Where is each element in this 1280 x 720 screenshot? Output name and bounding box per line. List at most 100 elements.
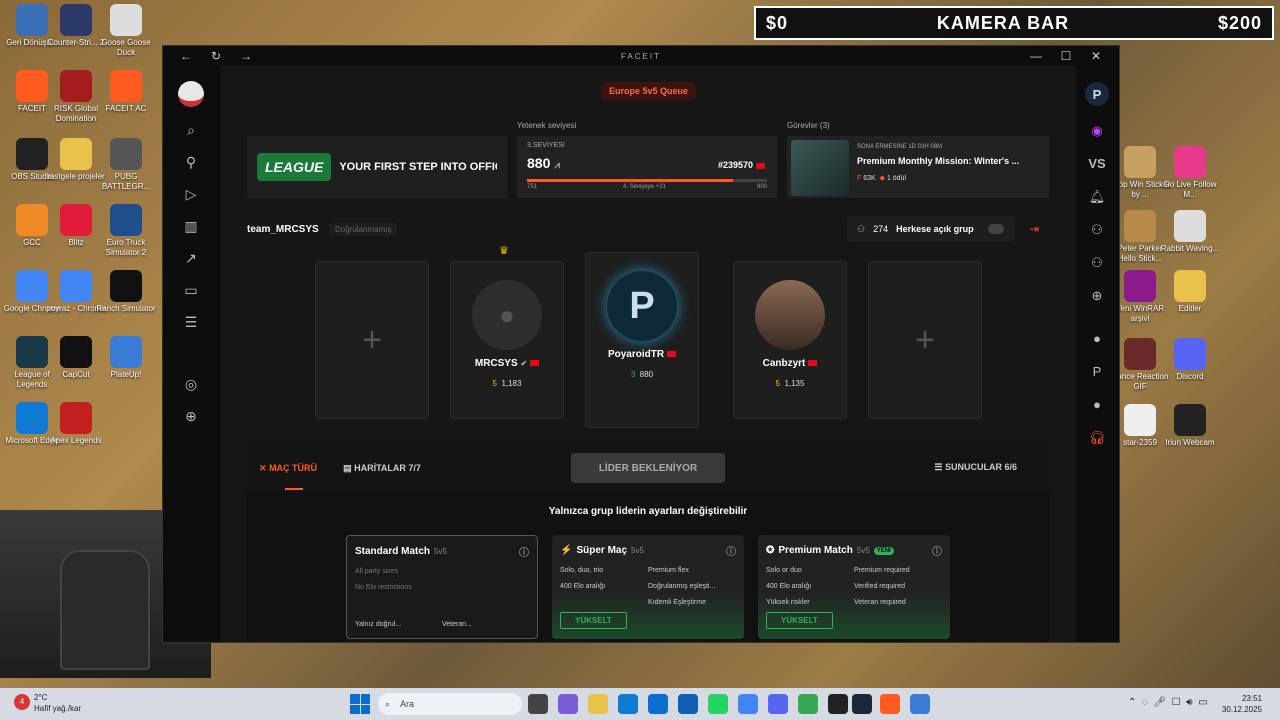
desktop-shortcut[interactable]: Iriun Webcam — [1158, 404, 1222, 448]
standard-match-card[interactable]: Standard Match 5v5 ⓘ All party sizes No El… — [346, 535, 538, 639]
level-badge-icon: 3 — [630, 370, 636, 379]
taskbar-clock[interactable]: 23:51 30.12.2025 — [1222, 693, 1262, 715]
app-taskbar-icon[interactable] — [910, 694, 930, 714]
chrome-icon[interactable] — [738, 694, 758, 714]
premium-match-card[interactable]: ✪ Premium Match 5v5 YENİ ⓘ Solo or duo Premiu… — [758, 535, 950, 639]
tab-maps[interactable]: ▤ HARİTALAR 7/7 — [343, 463, 421, 474]
app-icon — [1124, 404, 1156, 436]
desktop-shortcut[interactable]: Apex Legends — [44, 402, 108, 446]
desktop-shortcut-label: Discord — [1176, 372, 1204, 381]
desktop-shortcut-label: Go Live Follow M... — [1163, 180, 1217, 199]
info-icon[interactable]: ⓘ — [932, 543, 942, 558]
system-tray[interactable]: ⌃ ◌ 🎤︎ ☐ 🔊︎ ▭ — [1128, 697, 1208, 708]
headset-icon[interactable]: 🎧︎ — [1082, 421, 1112, 454]
minimize-button[interactable]: — — [1021, 49, 1051, 63]
search-icon[interactable]: ⌕ — [176, 114, 206, 146]
store-icon[interactable] — [648, 694, 668, 714]
p-logo-icon[interactable]: P — [1082, 74, 1112, 114]
back-button[interactable]: ← — [171, 49, 201, 63]
anti-cheat-icon[interactable]: ◎ — [176, 368, 206, 400]
profile-avatar[interactable] — [176, 74, 206, 114]
copilot-icon[interactable] — [558, 694, 578, 714]
outlook-icon[interactable] — [678, 694, 698, 714]
leader-crown-icon: ♛ — [499, 245, 509, 257]
queue-pill[interactable]: Europe 5v5 Queue — [601, 82, 697, 100]
privacy-toggle[interactable] — [987, 224, 1004, 234]
stats-icon[interactable]: ↗ — [176, 242, 206, 274]
waiting-leader-button[interactable]: LİDER BEKLENİYOR — [571, 453, 725, 483]
taskbar-search[interactable]: ⌕ Ara — [378, 693, 522, 715]
desktop-shortcut[interactable]: Rabbit Waving... — [1158, 210, 1222, 254]
discord-icon[interactable] — [768, 694, 788, 714]
desktop-shortcut[interactable]: FACEIT AC — [94, 70, 158, 114]
list-icon[interactable]: ☰ — [176, 306, 206, 338]
close-button[interactable]: ✕ — [1081, 49, 1111, 63]
desktop-shortcut-label: FACEIT AC — [105, 104, 147, 113]
friends-icon[interactable]: ⚇ — [1082, 213, 1112, 246]
club-icon[interactable]: ◉ — [1082, 114, 1112, 147]
reload-button[interactable]: ↻ — [201, 49, 231, 63]
match-card-title: Standard Match — [355, 546, 431, 557]
task-view-icon[interactable] — [528, 694, 548, 714]
obs-icon[interactable] — [828, 694, 848, 714]
tab-servers[interactable]: ☰ SUNUCULAR 6/6 — [934, 462, 1017, 473]
servers-icon: ☰ — [934, 462, 943, 472]
versus-icon[interactable]: VS — [1082, 147, 1112, 180]
weather-badge[interactable]: 4 — [14, 694, 30, 710]
desktop-shortcut[interactable]: Go Live Follow M... — [1158, 146, 1222, 200]
find-players-icon[interactable]: ⚲ — [176, 146, 206, 178]
file-explorer-icon[interactable] — [588, 694, 608, 714]
player-name-text: Canbzyrt — [762, 358, 806, 369]
weather-widget[interactable]: 2°C Hafif yağ./kar — [34, 692, 81, 714]
start-button[interactable] — [350, 694, 370, 714]
chrome-profile-icon[interactable] — [798, 694, 818, 714]
player-slot-3[interactable]: Canbzyrt 5 1,135 — [733, 261, 847, 419]
desktop-shortcut[interactable]: PUBG BATTLEGR... — [94, 138, 158, 192]
maximize-button[interactable]: ☐ — [1051, 49, 1081, 63]
info-icon[interactable]: ⓘ — [519, 544, 529, 559]
empty-slot[interactable]: + — [868, 261, 982, 419]
party-icon[interactable]: ⚇ — [1082, 246, 1112, 279]
mission-card[interactable]: SONA ERMESİNE 1D 03H 08M Premium Monthly… — [787, 136, 1049, 198]
app-icon — [110, 138, 142, 170]
reward-icon: ◆ — [879, 175, 885, 182]
app-icon — [60, 4, 92, 36]
desktop-shortcut[interactable]: Ranch Simulator — [94, 270, 158, 314]
faceit-taskbar-icon[interactable] — [880, 694, 900, 714]
play-icon[interactable]: ▷ — [176, 178, 206, 210]
leave-party-icon[interactable]: ⇥ — [1029, 222, 1039, 236]
add-icon[interactable]: ⊕ — [176, 400, 206, 432]
info-icon[interactable]: ⓘ — [726, 543, 736, 558]
desktop-shortcut[interactable]: Editler — [1158, 270, 1222, 314]
player-slot-2[interactable]: P PoyaroidTR 3 880 — [585, 252, 699, 428]
player-elo-text: 880 — [639, 370, 654, 379]
watch-icon[interactable]: ▭ — [176, 274, 206, 306]
desktop-shortcut[interactable]: Goose Goose Duck — [94, 4, 158, 58]
feature-text: Premium flex — [648, 567, 689, 574]
upgrade-button[interactable]: YÜKSELT — [560, 612, 627, 629]
skill-section-label: Yetenek seviyesi — [517, 121, 577, 130]
esea-league-banner[interactable]: LEAGUE YOUR FIRST STEP INTO OFFICIAL TEA… — [247, 136, 507, 198]
super-match-card[interactable]: ⚡ Süper Maç 5v5 ⓘ Solo, duo, trio Premium fl… — [552, 535, 744, 639]
desktop-shortcut[interactable]: Euro Truck Simulator 2 — [94, 204, 158, 258]
empty-slot[interactable]: + — [315, 261, 429, 419]
party-privacy-control[interactable]: ⚇ 274 Herkese açık grup — [847, 216, 1015, 242]
upgrade-button[interactable]: YÜKSELT — [766, 612, 833, 629]
steam-icon[interactable] — [852, 694, 872, 714]
forward-button[interactable]: → — [231, 49, 261, 63]
desktop-shortcut[interactable]: Discord — [1158, 338, 1222, 382]
active-tab-underline — [285, 488, 303, 490]
tab-match-type[interactable]: ✕ MAÇ TÜRÜ — [259, 463, 317, 474]
desktop-shortcut-label: Ranch Simulator — [96, 304, 156, 313]
skill-level-card[interactable]: 3.SEVIYESI 880 ⩘ #239570 751 4. Seviyeye… — [517, 136, 777, 198]
ranking-icon[interactable]: ▥ — [176, 210, 206, 242]
friend-avatar[interactable]: ● — [1082, 322, 1112, 355]
edge-icon[interactable] — [618, 694, 638, 714]
add-friend-icon[interactable]: ⊕ — [1082, 279, 1112, 312]
desktop-shortcut[interactable]: PlateUp! — [94, 336, 158, 380]
bell-icon[interactable]: 🔔︎ — [1082, 180, 1112, 213]
friend-avatar[interactable]: ● — [1082, 388, 1112, 421]
whatsapp-icon[interactable] — [708, 694, 728, 714]
friend-avatar[interactable]: P — [1082, 355, 1112, 388]
player-slot-1[interactable]: ● MRCSYS ✔ 5 1,183 — [450, 261, 564, 419]
